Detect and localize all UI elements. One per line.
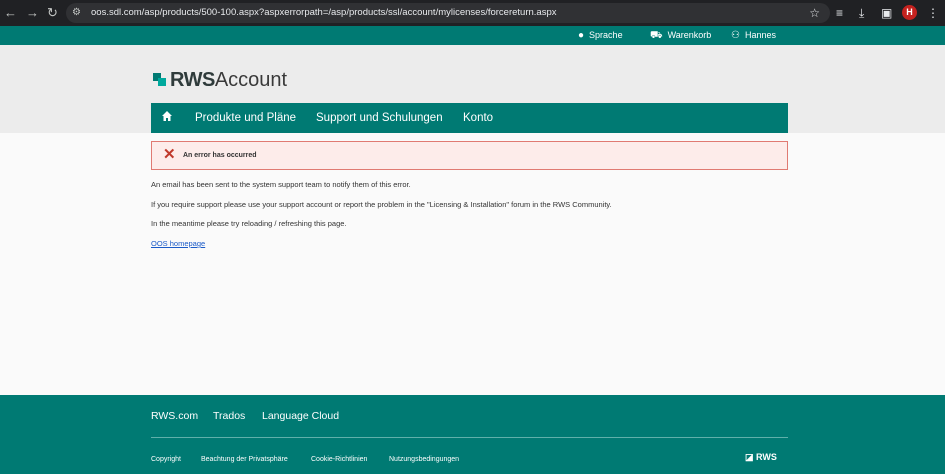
forward-icon[interactable]: →	[26, 5, 39, 21]
bookmark-star-icon[interactable]: ☆	[809, 5, 820, 21]
utility-bar: ● Sprache ⛟ Warenkorb ⚇ Hannes	[0, 26, 945, 45]
reload-icon[interactable]: ↻	[47, 5, 58, 21]
footer-cookies[interactable]: Cookie-Richtlinien	[311, 455, 367, 464]
footer-link-trados[interactable]: Trados	[213, 410, 245, 423]
nav-account[interactable]: Konto	[463, 111, 493, 125]
cart-label: Warenkorb	[667, 30, 712, 40]
url-text[interactable]: oos.sdl.com/asp/products/500-100.aspx?as…	[91, 6, 556, 20]
site-footer: RWS.com Trados Language Cloud Copyright …	[0, 395, 945, 474]
footer-rws-logo[interactable]: ◪ RWS	[745, 452, 777, 463]
profile-avatar[interactable]: H	[902, 5, 917, 20]
logo-bold-text: RWS	[170, 69, 215, 91]
info-line-2: If you require support please use your s…	[151, 200, 612, 209]
home-icon[interactable]	[161, 110, 173, 122]
globe-icon: ●	[578, 30, 585, 41]
footer-copyright[interactable]: Copyright	[151, 455, 181, 464]
nav-products-plans[interactable]: Produkte und Pläne	[195, 111, 296, 125]
cart-link[interactable]: ⛟ Warenkorb	[650, 29, 711, 42]
info-line-1: An email has been sent to the system sup…	[151, 180, 411, 189]
error-x-icon: ✕	[163, 146, 176, 163]
rws-logo-mark-icon	[153, 73, 166, 86]
language-link[interactable]: ● Sprache	[578, 29, 623, 42]
main-navigation: Produkte und Pläne Support und Schulunge…	[151, 103, 788, 133]
user-label: Hannes	[744, 30, 776, 40]
footer-rws-mark-icon: ◪	[745, 452, 754, 462]
footer-link-rws[interactable]: RWS.com	[151, 410, 198, 423]
oos-homepage-link[interactable]: OOS homepage	[151, 239, 205, 249]
footer-link-language-cloud[interactable]: Language Cloud	[262, 410, 339, 423]
download-icon[interactable]: ⤓	[859, 5, 864, 21]
user-link[interactable]: ⚇ Hannes	[731, 29, 776, 42]
footer-divider	[151, 437, 788, 438]
browser-toolbar: ← → ↻ ⚙ oos.sdl.com/asp/products/500-100…	[0, 0, 945, 26]
back-icon[interactable]: ←	[4, 5, 17, 21]
site-info-icon[interactable]: ⚙	[72, 6, 86, 20]
user-icon: ⚇	[731, 30, 740, 41]
error-message: An error has occurred	[183, 152, 257, 159]
footer-brand: RWS	[756, 452, 777, 462]
error-alert: ✕ An error has occurred	[151, 141, 788, 170]
footer-privacy[interactable]: Beachtung der Privatsphäre	[201, 455, 288, 464]
cart-icon: ⛟	[650, 30, 663, 41]
info-line-3: In the meantime please try reloading / r…	[151, 219, 347, 228]
footer-terms[interactable]: Nutzungsbedingungen	[389, 455, 459, 464]
address-bar[interactable]: ⚙ oos.sdl.com/asp/products/500-100.aspx?…	[66, 3, 830, 23]
nav-support-training[interactable]: Support und Schulungen	[316, 111, 443, 125]
side-panel-icon[interactable]: ▣	[881, 5, 892, 21]
reading-list-icon[interactable]: ≡	[836, 5, 843, 21]
logo-light-text: Account	[214, 69, 288, 91]
menu-kebab-icon[interactable]: ⋮	[927, 5, 939, 21]
language-label: Sprache	[589, 30, 623, 40]
